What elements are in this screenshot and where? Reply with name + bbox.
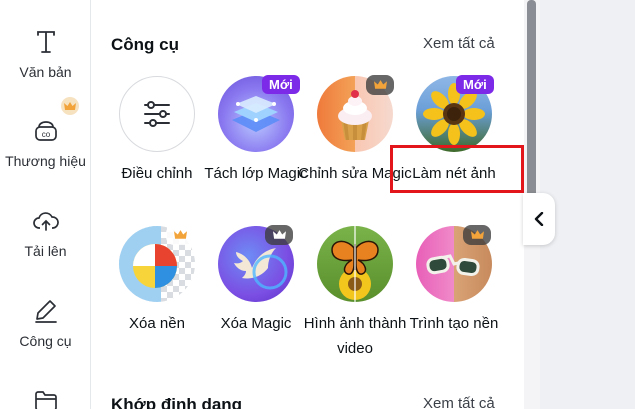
crown-icon (61, 97, 79, 115)
rail-item-tools[interactable]: Công cụ (0, 297, 91, 349)
section-title-tools: Công cụ (111, 35, 179, 54)
tool-label: Trình tạo nền (409, 315, 499, 332)
tool-image-to-video[interactable]: Hình ảnh thành video (304, 226, 406, 361)
rail-item-projects[interactable] (0, 386, 91, 409)
see-all-format-link[interactable]: Xem tất cả (423, 395, 495, 409)
highlight-box (390, 145, 524, 193)
sliders-icon (144, 101, 170, 127)
crown-icon (173, 230, 187, 239)
crown-badge (366, 75, 394, 95)
tool-background-generator[interactable]: Trình tạo nền (404, 225, 504, 336)
rail-label: Thương hiệu (5, 153, 86, 169)
rail-item-brand[interactable]: co Thương hiệu (0, 117, 91, 169)
left-rail: Văn bản co Thương hiệu Tải lên Công cụ (0, 0, 91, 409)
tools-icon (32, 297, 60, 325)
tool-adjust[interactable]: Điều chỉnh (107, 76, 207, 186)
rail-item-upload[interactable]: Tải lên (0, 207, 91, 259)
adjust-thumbnail (119, 76, 195, 152)
brand-icon: co (32, 117, 60, 145)
see-all-tools-link[interactable]: Xem tất cả (423, 35, 495, 52)
tool-bg-remover[interactable]: Xóa nền (107, 225, 207, 336)
crown-badge (463, 225, 491, 245)
collapse-panel-button[interactable] (523, 193, 555, 245)
section-title-match-format: Khớp định dạng (111, 395, 243, 409)
text-icon (32, 28, 60, 56)
crown-icon (373, 80, 387, 89)
chevron-left-icon (534, 212, 544, 226)
tool-magic-eraser[interactable]: Xóa Magic (206, 225, 306, 336)
butterfly-icon (331, 226, 379, 302)
crown-badge (166, 225, 194, 245)
image-to-video-thumbnail (317, 226, 393, 302)
tool-magic-grab[interactable]: Mới Tách lớp Magic (204, 75, 308, 186)
rail-label: Văn bản (19, 64, 72, 80)
new-badge: Mới (456, 75, 494, 94)
tools-panel: Công cụ Xem tất cả Điều chỉnh Mới Tách l… (91, 0, 524, 409)
rail-label: Công cụ (19, 333, 72, 349)
crown-icon (272, 230, 286, 239)
folder-icon (32, 386, 60, 409)
rail-item-text[interactable]: Văn bản (0, 28, 91, 80)
new-badge: Mới (262, 75, 300, 94)
crown-badge (265, 225, 293, 245)
rail-label: Tải lên (24, 243, 67, 259)
crown-icon (470, 230, 484, 239)
upload-icon (32, 207, 60, 235)
svg-text:co: co (41, 130, 50, 139)
